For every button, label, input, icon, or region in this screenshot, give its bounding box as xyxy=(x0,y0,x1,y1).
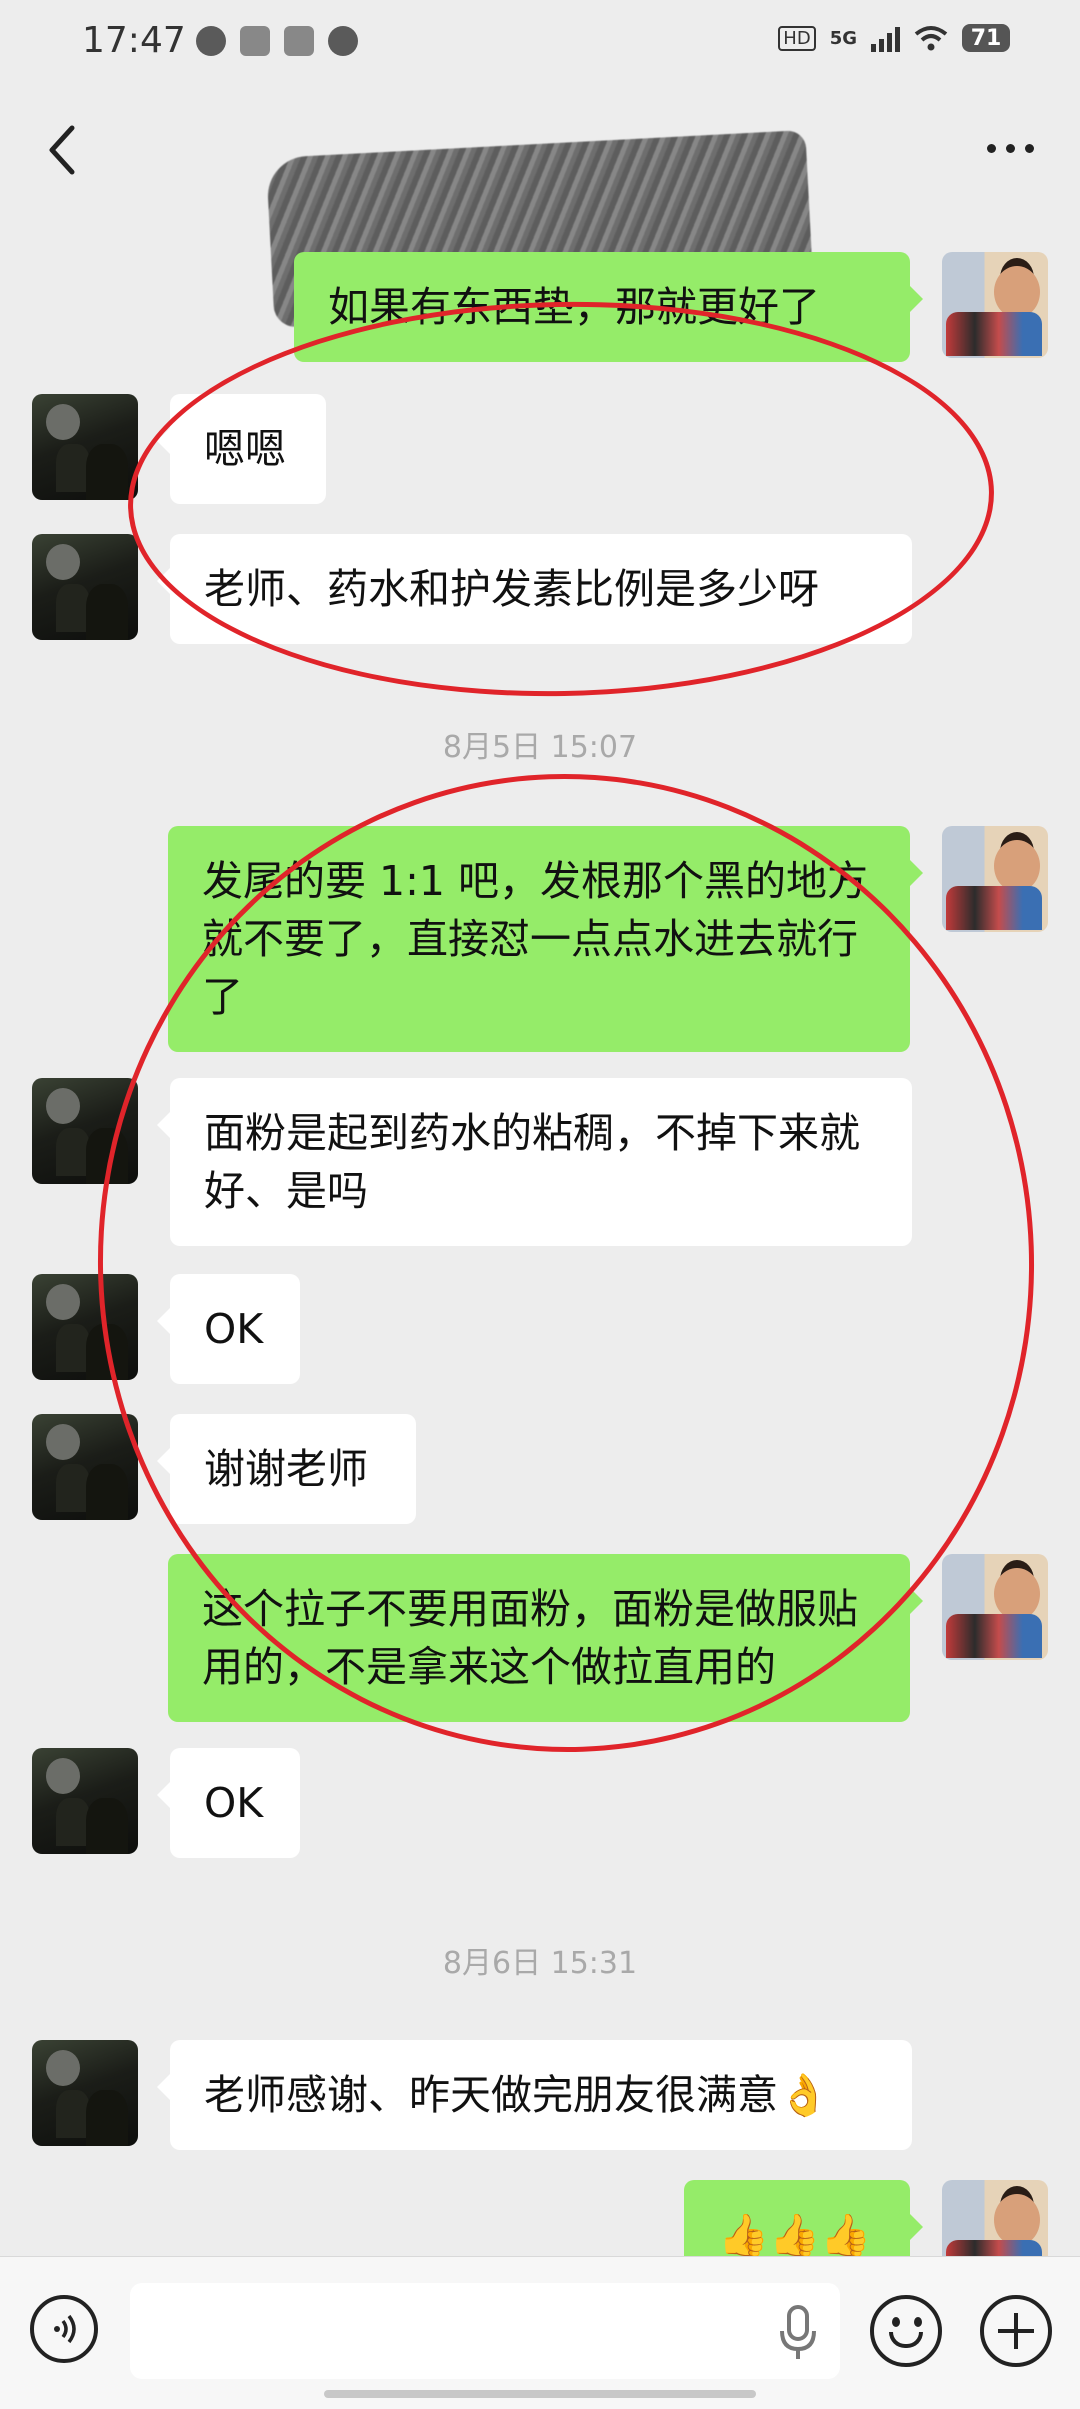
hd-badge: HD xyxy=(778,25,816,51)
message-bubble-other[interactable]: OK xyxy=(157,1748,300,1858)
planet-notification-icon xyxy=(328,26,358,56)
more-functions-button[interactable] xyxy=(980,2295,1052,2367)
wechat-notification-icon xyxy=(196,26,226,56)
avatar-other[interactable] xyxy=(32,1274,138,1380)
vivo-notification-icon xyxy=(284,26,314,56)
home-indicator[interactable] xyxy=(324,2390,756,2398)
microphone-icon[interactable] xyxy=(778,2303,818,2363)
battery-icon: 71 xyxy=(962,24,1010,52)
avatar-other[interactable] xyxy=(32,534,138,640)
voice-icon xyxy=(54,2314,76,2344)
network-label: 5G xyxy=(829,27,857,49)
message-bubble-other[interactable]: OK xyxy=(157,1274,300,1384)
message-bubble-self[interactable]: 这个拉子不要用面粉，面粉是做服贴用的，不是拿来这个做拉直用的 xyxy=(168,1554,923,1722)
avatar-self[interactable] xyxy=(942,1554,1048,1660)
app-notification-icon xyxy=(240,26,270,56)
message-bubble-other[interactable]: 嗯嗯 xyxy=(157,394,326,504)
avatar-self[interactable] xyxy=(942,252,1048,358)
notification-icons xyxy=(196,26,358,56)
timestamp: 8月6日 15:31 xyxy=(442,1946,638,1981)
voice-button[interactable] xyxy=(30,2295,98,2363)
avatar-other[interactable] xyxy=(32,1078,138,1184)
back-button[interactable] xyxy=(38,114,98,184)
message-bubble-other[interactable]: 老师、药水和护发素比例是多少呀 xyxy=(157,534,912,644)
more-icon xyxy=(986,143,996,153)
signal-icon xyxy=(871,24,900,52)
avatar-self[interactable] xyxy=(942,826,1048,932)
timestamp: 8月5日 15:07 xyxy=(442,730,638,765)
chat-header xyxy=(0,86,1080,329)
message-bubble-other[interactable]: 老师感谢、昨天做完朋友很满意👌 xyxy=(157,2040,912,2150)
avatar-other[interactable] xyxy=(32,394,138,500)
avatar-other[interactable] xyxy=(32,1748,138,1854)
message-input[interactable] xyxy=(130,2283,840,2379)
more-button[interactable] xyxy=(978,128,1042,168)
chat-message-list[interactable]: 如果有东西垫，那就更好了 嗯嗯 老师、药水和护发素比例是多少呀 8月5日 15:… xyxy=(0,216,1080,2256)
message-bubble-other[interactable]: 谢谢老师 xyxy=(157,1414,416,1524)
emoji-button[interactable] xyxy=(870,2295,942,2367)
message-bubble-self[interactable]: 👍👍👍 xyxy=(684,2180,923,2256)
status-bar: 17:47 HD 5G 71 xyxy=(0,0,1080,86)
message-bubble-self[interactable]: 如果有东西垫，那就更好了 xyxy=(294,252,923,362)
more-icon-dot xyxy=(1005,143,1015,153)
avatar-other[interactable] xyxy=(32,1414,138,1520)
avatar-self[interactable] xyxy=(942,2180,1048,2256)
status-time: 17:47 xyxy=(82,20,186,61)
wifi-icon xyxy=(914,26,948,51)
message-bubble-other[interactable]: 面粉是起到药水的粘稠，不掉下来就好、是吗 xyxy=(157,1078,912,1246)
chevron-left-icon xyxy=(49,125,75,175)
message-bubble-self[interactable]: 发尾的要 1:1 吧，发根那个黑的地方就不要了，直接怼一点点水进去就行了 xyxy=(168,826,923,1052)
more-icon-dot xyxy=(1024,143,1034,153)
input-bar xyxy=(0,2256,1080,2409)
avatar-other[interactable] xyxy=(32,2040,138,2146)
status-right: HD 5G 71 xyxy=(778,24,1010,52)
